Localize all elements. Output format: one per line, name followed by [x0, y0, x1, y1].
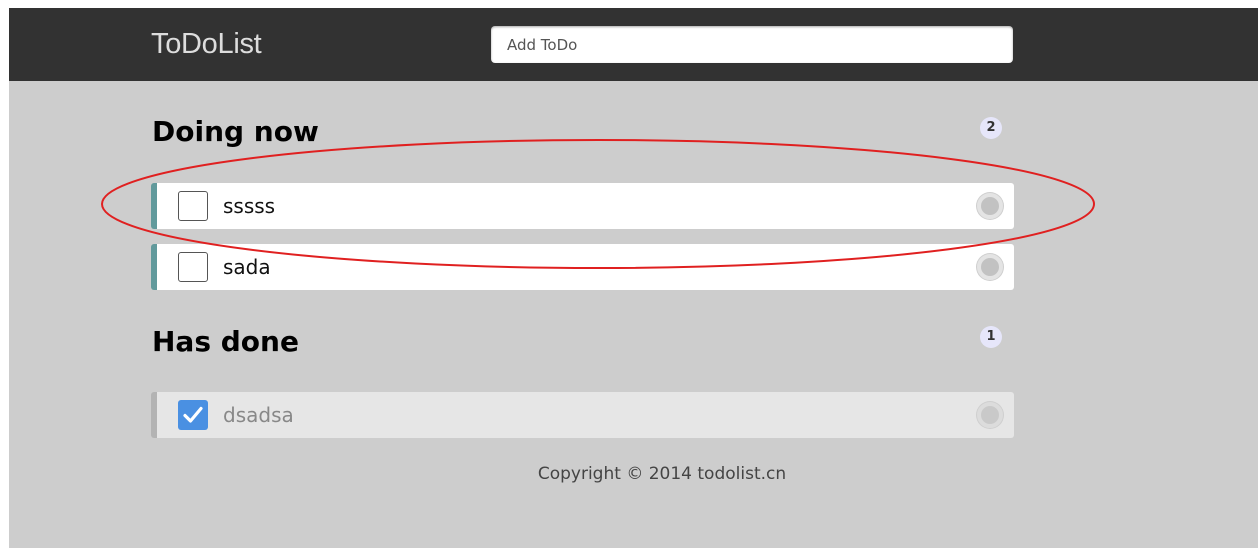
- done-section-title: Has done: [152, 325, 299, 358]
- todo-item-text[interactable]: dsadsa: [223, 392, 294, 438]
- circle-delete-icon[interactable]: [977, 254, 1003, 280]
- todo-item[interactable]: sssss: [151, 183, 1014, 229]
- checkmark-glyph: [183, 406, 203, 423]
- circle-delete-icon[interactable]: [977, 193, 1003, 219]
- checkbox-icon[interactable]: [178, 191, 208, 221]
- circle-delete-icon[interactable]: [977, 402, 1003, 428]
- app-logo[interactable]: ToDoList: [151, 27, 262, 61]
- doing-count-badge: 2: [980, 117, 1002, 139]
- doing-section-title: Doing now: [152, 115, 319, 148]
- header-bar: ToDoList: [9, 8, 1258, 81]
- checkbox-icon[interactable]: [178, 252, 208, 282]
- add-todo-input[interactable]: [491, 26, 1013, 63]
- done-count-badge: 1: [980, 326, 1002, 348]
- todo-item-text[interactable]: sssss: [223, 183, 275, 229]
- todo-item-text[interactable]: sada: [223, 244, 271, 290]
- checkmark-icon[interactable]: [178, 400, 208, 430]
- todo-app: ToDoList Doing now 2 sssss sada Has done…: [9, 8, 1258, 548]
- todo-item[interactable]: sada: [151, 244, 1014, 290]
- done-item[interactable]: dsadsa: [151, 392, 1014, 438]
- footer-copyright: Copyright © 2014 todolist.cn: [537, 464, 787, 484]
